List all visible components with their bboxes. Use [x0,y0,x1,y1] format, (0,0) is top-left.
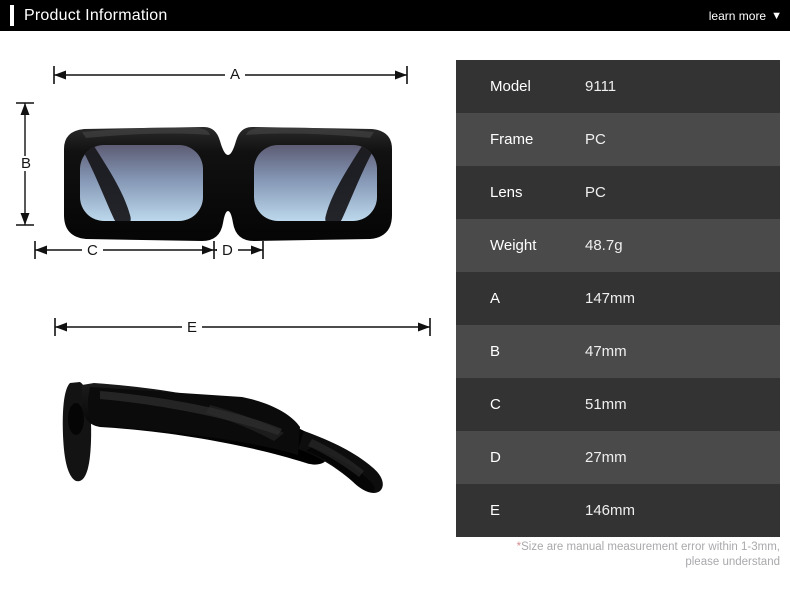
dimension-label-a: A [225,67,246,82]
table-row: D 27mm [456,431,780,484]
spec-key: A [490,290,501,307]
sunglasses-side-view [62,382,383,493]
chevron-down-icon: ▼ [771,9,782,22]
spec-key: E [490,502,501,519]
spec-key: C [490,396,501,413]
table-row: Model 9111 [456,60,780,113]
spec-value: 27mm [585,449,627,466]
spec-key: B [490,343,501,360]
spec-key: D [490,449,501,466]
spec-key: Frame [490,131,534,148]
spec-value: 48.7g [585,237,623,254]
sunglasses-front-view [64,127,392,241]
page-header: Product Information learn more ▼ [0,0,790,31]
header-accent-bar [10,5,14,26]
table-row: E 146mm [456,484,780,537]
page-title: Product Information [24,7,168,24]
learn-more-label: learn more [708,9,767,23]
spec-value: 51mm [585,396,627,413]
spec-key: Model [490,78,531,95]
table-row: C 51mm [456,378,780,431]
table-row: B 47mm [456,325,780,378]
table-row: Weight 48.7g [456,219,780,272]
measurement-note: *Size are manual measurement error withi… [430,540,780,570]
spec-value: PC [585,184,606,201]
dimension-label-e: E [182,320,203,335]
spec-value: 146mm [585,502,636,519]
spec-key: Weight [490,237,537,254]
product-diagram-panel: A B C D E [0,31,456,590]
note-line-1: Size are manual measurement error within… [521,541,780,553]
spec-value: 47mm [585,343,627,360]
dimension-label-b: B [16,156,37,171]
dimension-line-e [54,318,431,336]
dimension-label-c: C [82,243,103,258]
table-row: Frame PC [456,113,780,166]
table-row: A 147mm [456,272,780,325]
spec-value: PC [585,131,606,148]
dimension-label-d: D [217,243,238,258]
note-line-2: please understand [685,556,780,568]
spec-value: 147mm [585,290,636,307]
learn-more-button[interactable]: learn more ▼ [709,8,782,24]
spec-value: 9111 [585,78,617,95]
spec-key: Lens [490,184,523,201]
spec-table: Model 9111 Frame PC Lens PC Weight 48.7g… [456,60,780,537]
table-row: Lens PC [456,166,780,219]
